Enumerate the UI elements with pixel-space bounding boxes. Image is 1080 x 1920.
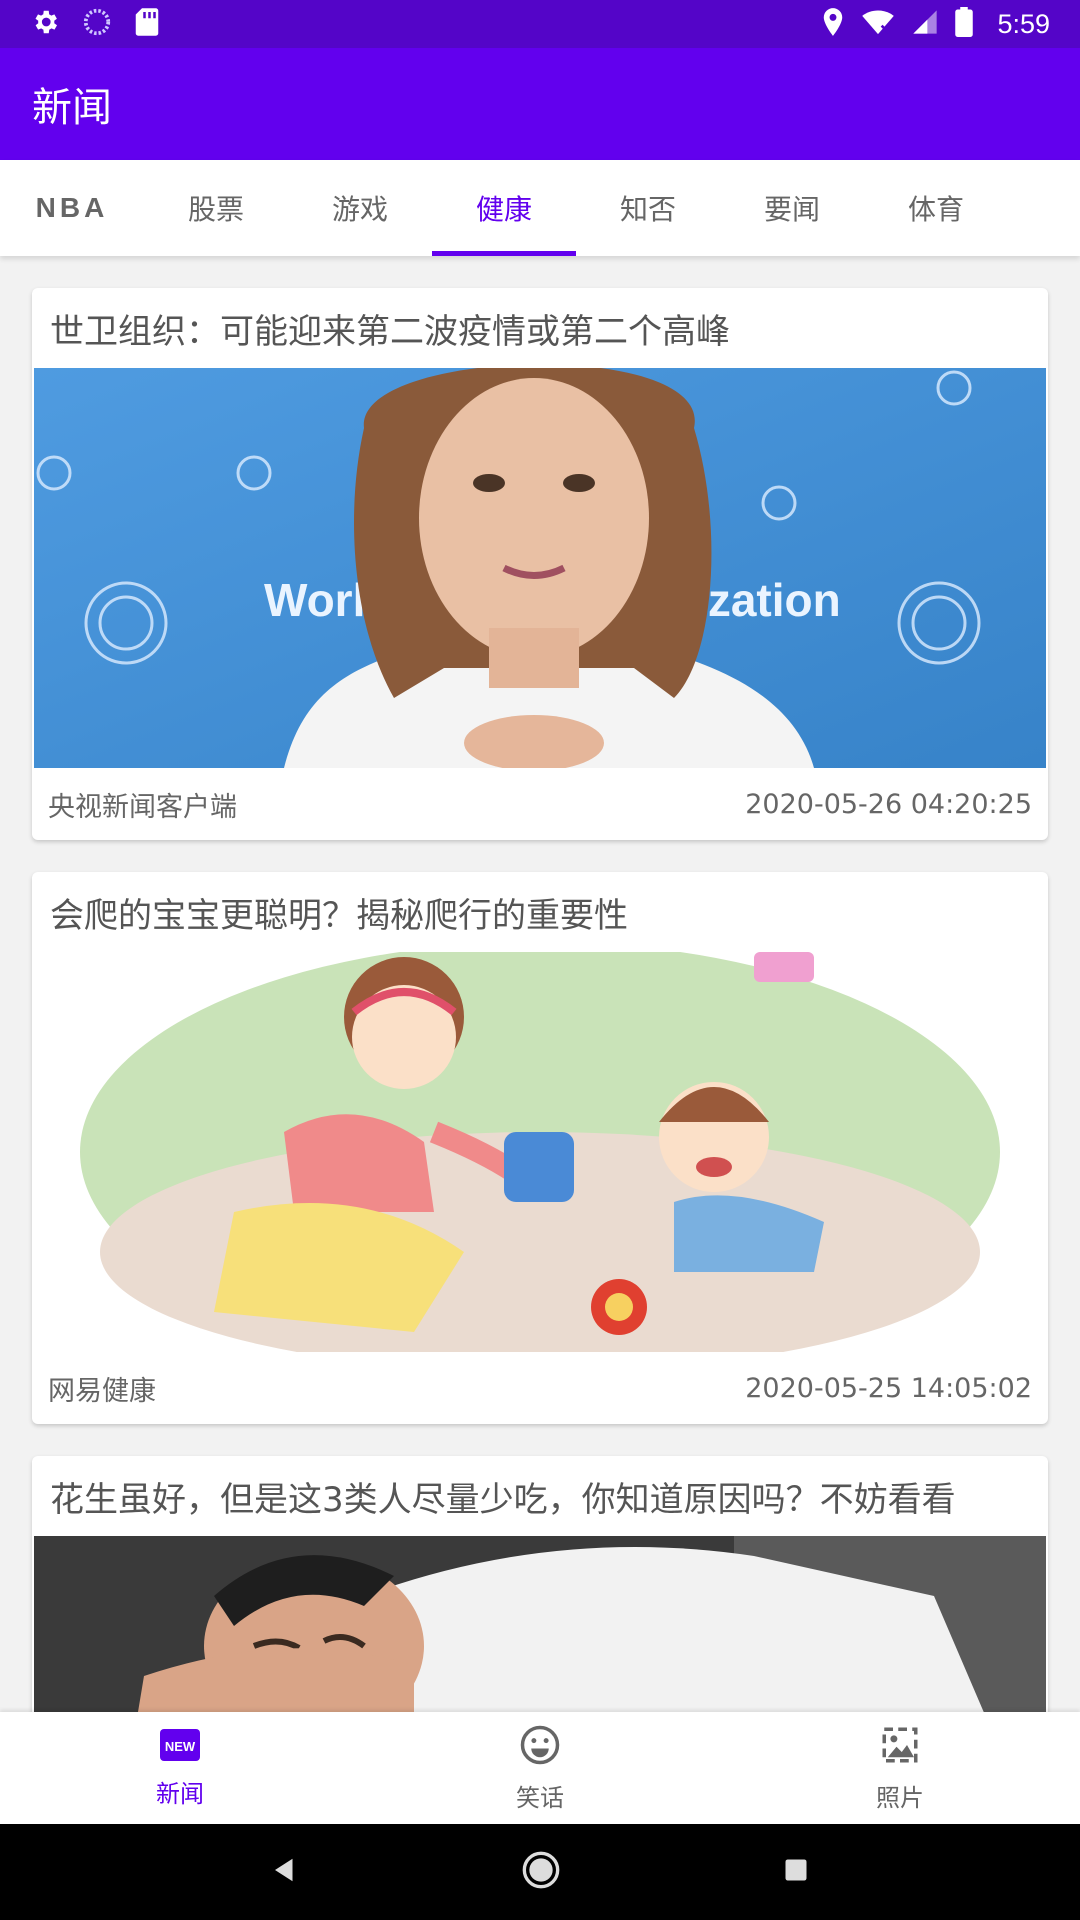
- category-tabs: NBA 股票 游戏 健康 知否 要闻 体育: [0, 160, 1080, 256]
- location-icon: [821, 7, 845, 41]
- nav-jokes[interactable]: 笑话: [360, 1712, 720, 1824]
- settings-gear-icon: [30, 7, 60, 41]
- photo-icon: [879, 1724, 921, 1772]
- news-image-who-press: World Health Organization: [34, 368, 1046, 768]
- tab-sports[interactable]: 体育: [864, 160, 1008, 256]
- sync-circle-icon: [82, 7, 112, 41]
- news-card[interactable]: 会爬的宝宝更聪明？揭秘爬行的重要性 网易健康 2020-05-25 14:05:…: [32, 872, 1048, 1424]
- svg-text:NEW: NEW: [165, 1739, 196, 1754]
- news-source: 网易健康: [48, 1375, 156, 1407]
- new-badge-icon: NEW: [159, 1728, 201, 1768]
- smiley-icon: [519, 1724, 561, 1772]
- news-time: 2020-05-25 14:05:02: [745, 1372, 1032, 1404]
- status-bar: 5:59: [0, 0, 1080, 48]
- news-feed[interactable]: 世卫组织：可能迎来第二波疫情或第二个高峰 World Health Organi…: [0, 256, 1080, 1712]
- news-card[interactable]: 花生虽好，但是这3类人尽量少吃，你知道原因吗？不妨看看: [32, 1456, 1048, 1712]
- news-card[interactable]: 世卫组织：可能迎来第二波疫情或第二个高峰 World Health Organi…: [32, 288, 1048, 840]
- system-navigation-bar: [0, 1824, 1080, 1920]
- news-title: 世卫组织：可能迎来第二波疫情或第二个高峰: [50, 311, 730, 352]
- tab-stocks[interactable]: 股票: [144, 160, 288, 256]
- recents-icon[interactable]: [782, 1856, 810, 1888]
- news-image-baby-crawling: [34, 952, 1046, 1352]
- bottom-navigation: NEW 新闻 笑话 照片: [0, 1712, 1080, 1824]
- battery-icon: [955, 7, 974, 41]
- home-icon[interactable]: [521, 1850, 561, 1894]
- sd-card-icon: [134, 7, 160, 41]
- tab-nba[interactable]: NBA: [0, 160, 144, 256]
- news-source: 央视新闻客户端: [48, 791, 237, 823]
- app-bar: 新闻: [0, 48, 1080, 160]
- cell-signal-icon: [911, 8, 939, 40]
- news-image-tired-man: [34, 1536, 1046, 1712]
- news-title: 会爬的宝宝更聪明？揭秘爬行的重要性: [50, 895, 628, 936]
- tab-zhifou[interactable]: 知否: [576, 160, 720, 256]
- nav-jokes-label: 笑话: [516, 1783, 564, 1812]
- app-title: 新闻: [32, 85, 112, 131]
- nav-photos[interactable]: 照片: [720, 1712, 1080, 1824]
- nav-news-label: 新闻: [156, 1779, 204, 1808]
- back-icon[interactable]: [270, 1855, 300, 1889]
- status-time: 5:59: [997, 8, 1050, 39]
- tab-games[interactable]: 游戏: [288, 160, 432, 256]
- nav-news[interactable]: NEW 新闻: [0, 1712, 360, 1824]
- news-time: 2020-05-26 04:20:25: [745, 788, 1032, 820]
- tab-health[interactable]: 健康: [432, 160, 576, 256]
- news-title: 花生虽好，但是这3类人尽量少吃，你知道原因吗？不妨看看: [50, 1479, 956, 1520]
- nav-photos-label: 照片: [876, 1783, 924, 1812]
- tab-headlines[interactable]: 要闻: [720, 160, 864, 256]
- wifi-icon: [861, 7, 895, 41]
